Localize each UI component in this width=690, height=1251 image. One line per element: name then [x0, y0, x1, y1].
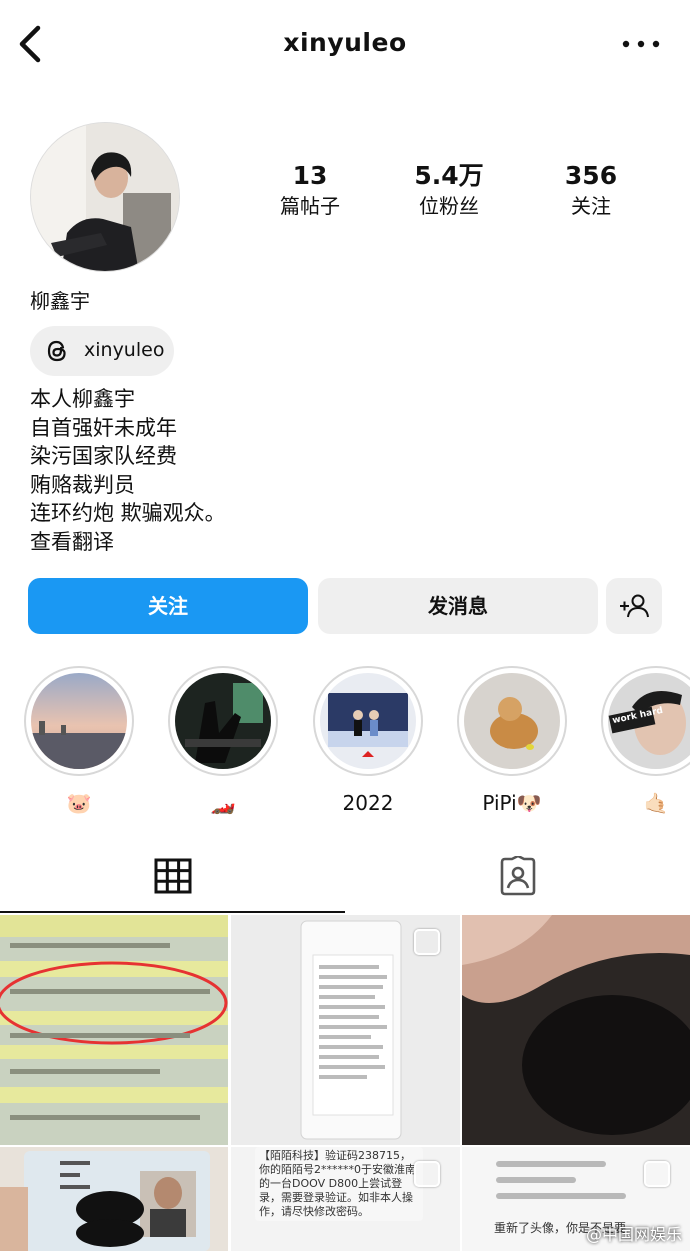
bio-line: 贿赂裁判员	[30, 472, 135, 497]
post-tile[interactable]: 【陌陌科技】验证码238715，你的陌陌号2******0于安徽淮南的一台DOO…	[231, 1147, 460, 1251]
bio: 本人柳鑫宇 自首强奸未成年 染污国家队经费 贿赂裁判员 连环约炮 欺骗观众。 查…	[30, 385, 226, 556]
stat-value: 13	[292, 161, 328, 190]
full-name: 柳鑫宇	[30, 289, 90, 313]
message-button[interactable]: 发消息	[318, 578, 598, 634]
post-tile[interactable]	[0, 915, 228, 1145]
add-user-icon	[620, 594, 649, 618]
post-tile[interactable]	[0, 1147, 228, 1251]
threads-icon	[47, 340, 66, 362]
bio-line: 本人柳鑫宇	[30, 387, 135, 411]
following-count[interactable]: 356 关注	[531, 160, 651, 220]
post-tile[interactable]: 重新了头像，你是不是要 @中国网娱乐	[462, 1147, 690, 1251]
active-tab-indicator	[0, 911, 345, 913]
page-title: xinyuleo	[283, 28, 407, 57]
highlight-thumbnail	[31, 673, 127, 769]
post-tile[interactable]	[231, 915, 460, 1145]
bio-line: 自首强奸未成年	[30, 415, 177, 440]
highlight-caption: 🏎️	[210, 791, 236, 815]
stat-value: 5.4万	[414, 161, 484, 190]
carousel-icon	[414, 1161, 440, 1187]
highlight-thumbnail: work hard	[608, 673, 690, 769]
stat-label: 关注	[571, 194, 611, 218]
follow-button[interactable]: 关注	[28, 578, 308, 634]
highlight-caption: 🐷	[66, 791, 92, 815]
highlight-caption: PiPi🐶	[482, 791, 542, 815]
highlight-thumbnail	[175, 673, 271, 769]
highlight-caption: 2022	[342, 791, 394, 815]
watermark: @中国网娱乐	[585, 1225, 682, 1244]
post-tile[interactable]	[462, 915, 690, 1145]
carousel-icon	[644, 1161, 670, 1187]
bio-line: 染污国家队经费	[30, 444, 177, 468]
tagged-person-icon[interactable]	[498, 856, 538, 896]
highlight-3[interactable]: 2022	[313, 666, 423, 818]
followers-count[interactable]: 5.4万 位粉丝	[389, 160, 509, 220]
posts-count[interactable]: 13 篇帖子	[250, 160, 370, 220]
avatar[interactable]	[30, 122, 180, 272]
highlight-1[interactable]: 🐷	[24, 666, 134, 818]
grid-icon[interactable]	[154, 858, 192, 894]
highlight-2[interactable]: 🏎️	[168, 666, 278, 818]
threads-link[interactable]: xinyuleo	[30, 326, 174, 376]
highlight-caption: 🤙🏻	[643, 791, 669, 815]
more-horizontal-icon[interactable]	[620, 30, 664, 58]
stat-label: 篇帖子	[280, 194, 340, 218]
highlight-thumbnail	[320, 673, 416, 769]
post-sms-text: 【陌陌科技】验证码238715，你的陌陌号2******0于安徽淮南的一台DOO…	[255, 1147, 423, 1221]
threads-handle: xinyuleo	[84, 339, 165, 361]
highlight-4[interactable]: PiPi🐶	[457, 666, 567, 818]
highlight-5[interactable]: work hard 🤙🏻	[601, 666, 690, 818]
top-bar: xinyuleo	[0, 0, 690, 90]
carousel-icon	[414, 929, 440, 955]
stat-value: 356	[564, 161, 618, 190]
add-user-button[interactable]	[606, 578, 662, 634]
highlight-thumbnail	[464, 673, 560, 769]
see-translation-link[interactable]: 查看翻译	[30, 528, 226, 557]
bio-line: 连环约炮 欺骗观众。	[30, 501, 226, 525]
stat-label: 位粉丝	[419, 194, 479, 218]
